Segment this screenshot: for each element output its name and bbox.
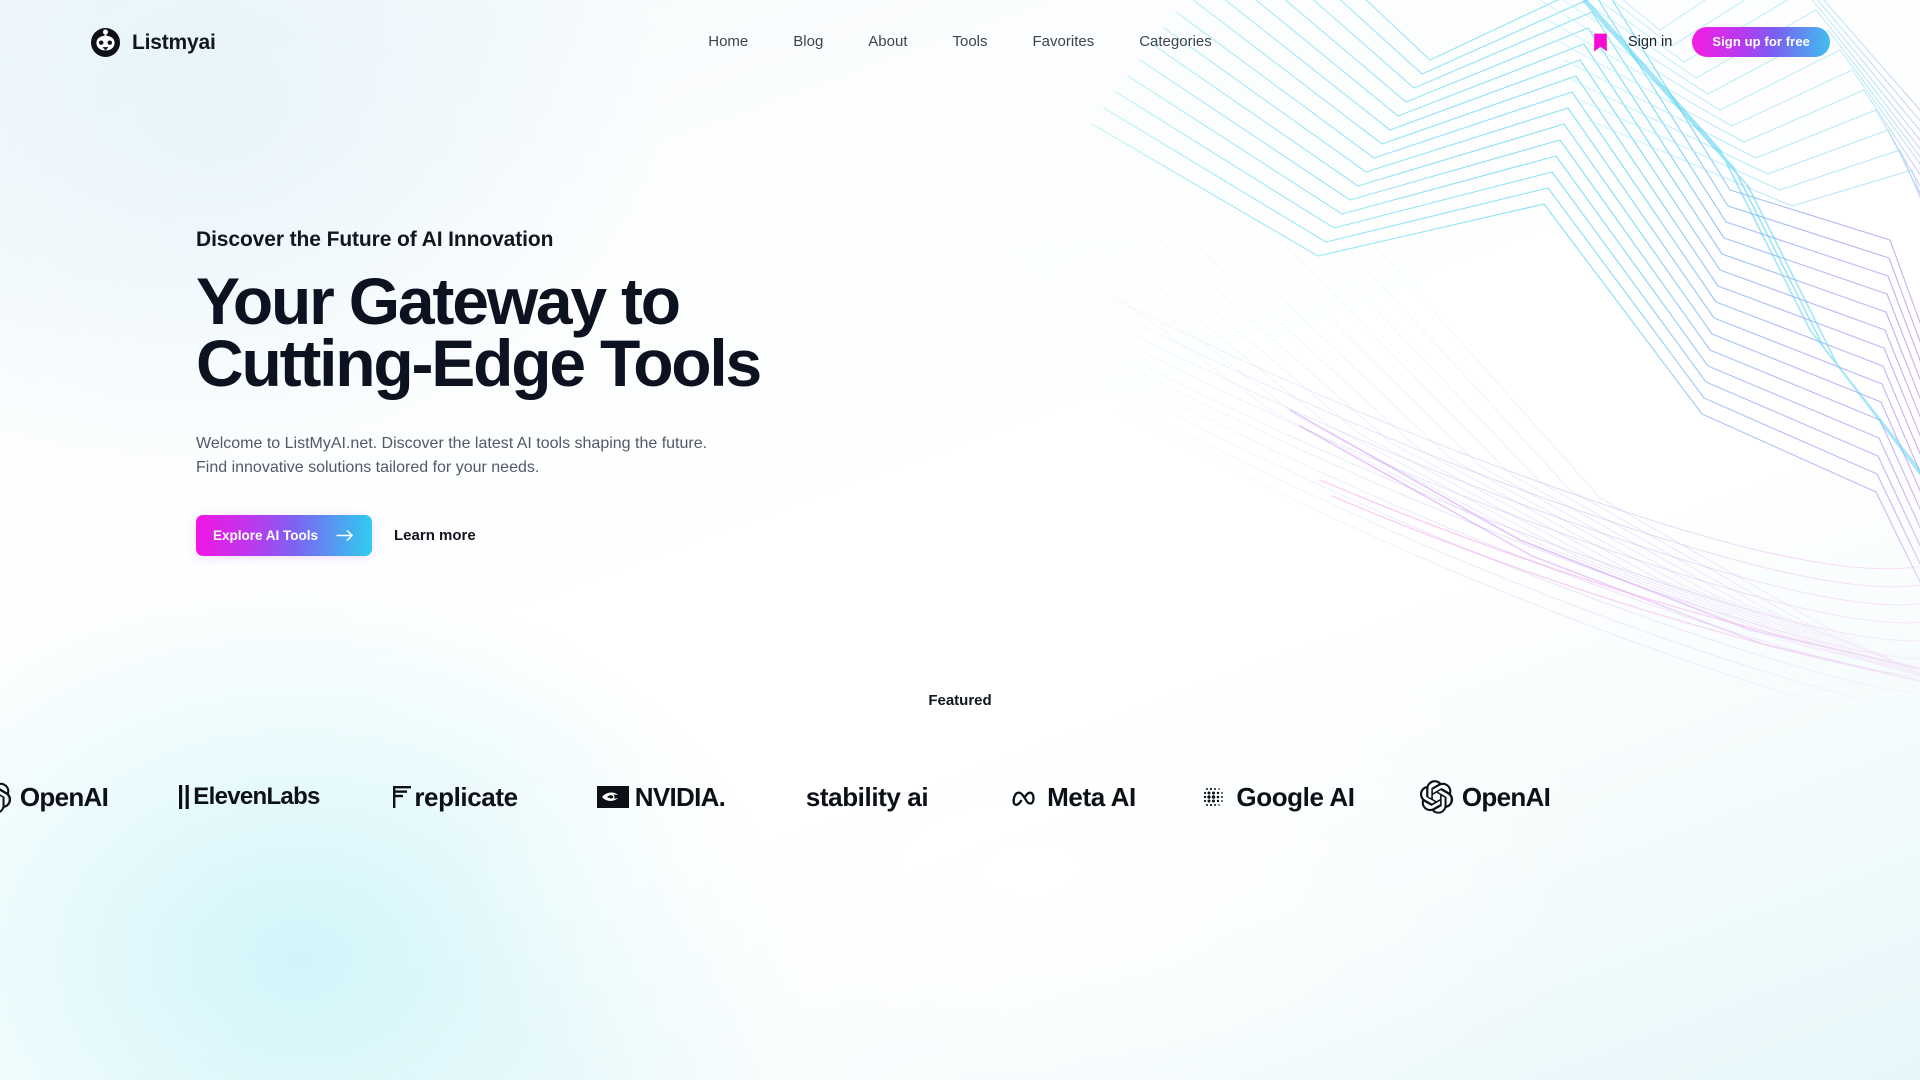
robot-face-icon xyxy=(90,27,121,58)
brand-name: Listmyai xyxy=(132,30,216,54)
elevenlabs-bars-icon xyxy=(179,785,190,809)
hero-cta-row: Explore AI Tools Learn more xyxy=(196,515,1096,557)
nav-item-tools[interactable]: Tools xyxy=(952,33,987,50)
logo-label: Google AI xyxy=(1236,781,1355,812)
google-dots-icon xyxy=(1204,787,1224,807)
featured-logo-strip: OpenAI ElevenLabs replicate NVIDIA. stab… xyxy=(0,752,1920,842)
featured-label: Featured xyxy=(928,692,992,709)
hero-subcopy-line-2: Find innovative solutions tailored for y… xyxy=(196,458,540,476)
sign-in-link[interactable]: Sign in xyxy=(1628,34,1672,50)
logo-item-openai-left[interactable]: OpenAI xyxy=(0,752,146,842)
landing-page: Listmyai Home Blog About Tools Favorites… xyxy=(0,0,1920,1080)
logo-item-replicate[interactable]: replicate xyxy=(352,752,558,842)
logo-label: OpenAI xyxy=(19,781,109,812)
hero-subcopy-line-1: Welcome to ListMyAI.net. Discover the la… xyxy=(196,435,708,453)
logo-label: replicate xyxy=(414,781,518,812)
nav-item-about[interactable]: About xyxy=(868,33,907,50)
hero-section: Discover the Future of AI Innovation You… xyxy=(196,228,1096,557)
openai-icon xyxy=(0,782,11,813)
header-actions: Sign in Sign up for free xyxy=(1593,27,1830,57)
hero-eyebrow: Discover the Future of AI Innovation xyxy=(196,228,554,251)
logo-item-nvidia[interactable]: NVIDIA. xyxy=(558,752,764,842)
arrow-right-icon xyxy=(336,530,353,542)
replicate-icon xyxy=(393,786,412,808)
explore-ai-tools-label: Explore AI Tools xyxy=(213,528,319,544)
nav-item-home[interactable]: Home xyxy=(708,33,748,50)
nav-item-categories[interactable]: Categories xyxy=(1139,33,1212,50)
logo-label: stability ai xyxy=(805,781,929,812)
brand-logo[interactable]: Listmyai xyxy=(90,27,216,58)
sign-up-button[interactable]: Sign up for free xyxy=(1692,27,1830,57)
nvidia-eye-icon xyxy=(596,786,629,808)
hero-subcopy: Welcome to ListMyAI.net. Discover the la… xyxy=(196,432,756,479)
main-nav: Home Blog About Tools Favorites Categori… xyxy=(708,33,1212,50)
logo-label: OpenAI xyxy=(1461,781,1551,812)
learn-more-link[interactable]: Learn more xyxy=(394,527,476,544)
explore-ai-tools-button[interactable]: Explore AI Tools xyxy=(196,515,373,557)
meta-infinity-icon xyxy=(1012,791,1035,806)
logo-item-meta-ai[interactable]: Meta AI xyxy=(970,752,1176,842)
logo-label: NVIDIA. xyxy=(634,781,726,812)
site-header: Listmyai Home Blog About Tools Favorites… xyxy=(0,0,1920,86)
nav-item-favorites[interactable]: Favorites xyxy=(1033,33,1095,50)
decorative-line-art xyxy=(960,0,1920,700)
logo-item-stability-ai[interactable]: stability ai xyxy=(764,752,970,842)
logo-item-elevenlabs[interactable]: ElevenLabs xyxy=(146,752,352,842)
hero-headline: Your Gateway to Cutting-Edge Tools xyxy=(196,268,836,401)
openai-icon xyxy=(1419,780,1453,814)
logo-item-google-ai[interactable]: Google AI xyxy=(1176,752,1382,842)
logo-label: Meta AI xyxy=(1047,781,1136,812)
logo-item-openai-right[interactable]: OpenAI xyxy=(1382,752,1588,842)
logo-label: ElevenLabs xyxy=(193,783,320,810)
nav-item-blog[interactable]: Blog xyxy=(793,33,823,50)
bookmark-icon[interactable] xyxy=(1593,32,1608,53)
hero-headline-line-2: Cutting-Edge Tools xyxy=(196,326,762,401)
